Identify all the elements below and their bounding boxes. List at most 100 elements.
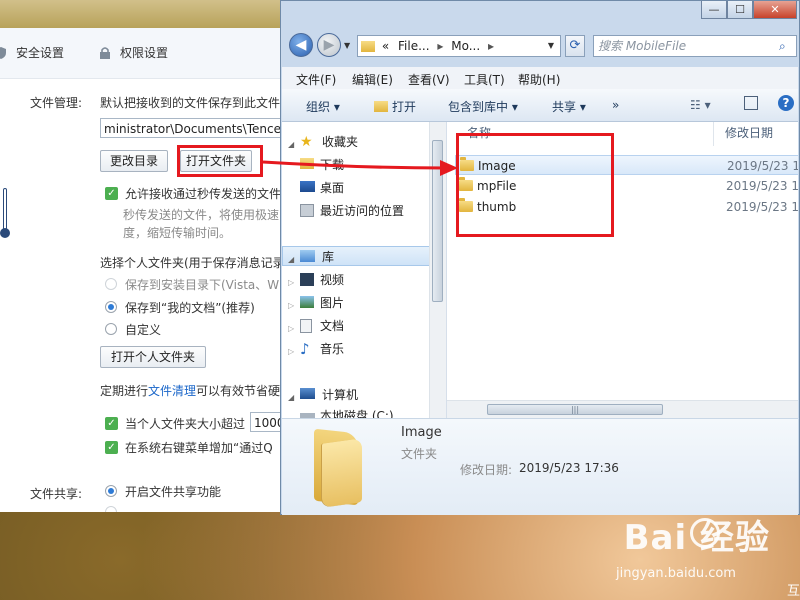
tab-permissions[interactable]: 权限设置 [98, 44, 168, 61]
nav-downloads[interactable]: 下载 [282, 155, 430, 175]
address-crumb-1[interactable]: File... [398, 39, 430, 53]
nav-videos[interactable]: ▷ 视频 [282, 270, 430, 290]
help-icon[interactable]: ? [778, 95, 794, 111]
tab-permissions-label: 权限设置 [120, 46, 169, 60]
menu-help[interactable]: 帮助(H) [518, 71, 560, 88]
forward-button[interactable]: ▶ [317, 33, 341, 57]
nav-scrollbar-thumb[interactable] [432, 140, 443, 302]
nav-documents[interactable]: ▷ 文档 [282, 316, 430, 336]
size-limit-checkbox[interactable]: ✓ [105, 417, 118, 430]
radio-install-dir-label: 保存到安装目录下(Vista、W [125, 278, 280, 292]
radio-install-dir[interactable] [105, 278, 117, 290]
nav-music-label: 音乐 [320, 342, 345, 356]
menu-file[interactable]: 文件(F) [296, 71, 336, 88]
radio-custom[interactable] [105, 323, 117, 335]
details-name: Image [401, 425, 442, 440]
file-date: 2019/5/23 17 [727, 159, 798, 173]
video-icon [300, 273, 314, 286]
back-button[interactable]: ◀ [289, 33, 313, 57]
large-folder-icon [314, 425, 362, 508]
menu-bar: 文件(F) 编辑(E) 查看(V) 工具(T) 帮助(H) [282, 67, 798, 90]
more-button[interactable]: » [612, 98, 619, 112]
tab-security[interactable]: 安全设置 [0, 44, 64, 61]
nav-desktop[interactable]: 桌面 [282, 178, 430, 198]
annotation-box-open-folder [177, 145, 263, 177]
share-option-radio[interactable] [105, 506, 117, 512]
star-icon: ★ [300, 134, 313, 150]
nav-documents-label: 文档 [320, 319, 345, 333]
radio-my-docs-label: 保存到“我的文档”(推荐) [125, 301, 255, 315]
computer-icon [300, 388, 315, 399]
maximize-button[interactable]: ☐ [727, 1, 753, 19]
nav-desktop-label: 桌面 [320, 181, 345, 195]
lock-icon [98, 46, 112, 60]
nav-scrollbar[interactable] [429, 122, 446, 418]
annotation-box-files [456, 133, 614, 237]
nav-recent[interactable]: 最近访问的位置 [282, 201, 430, 221]
address-sep-2[interactable]: ▸ [488, 39, 494, 53]
open-button[interactable]: 打开 [374, 98, 416, 115]
nav-libraries[interactable]: ◢ 库 [282, 246, 430, 266]
nav-pictures[interactable]: ▷ 图片 [282, 293, 430, 313]
menu-view[interactable]: 查看(V) [408, 71, 450, 88]
save-path-input[interactable]: ministrator\Documents\Tencen [100, 118, 280, 138]
cleanup-text: 定期进行文件清理可以有效节省硬 [100, 382, 280, 399]
menu-tools[interactable]: 工具(T) [464, 71, 505, 88]
second-transfer-desc-1: 秒传发送的文件，将使用极速 [123, 208, 280, 222]
address-crumb-2[interactable]: Mo... [451, 39, 480, 53]
allow-second-transfer-label: 允许接收通过秒传发送的文件 [125, 187, 280, 201]
nav-libraries-label: 库 [322, 250, 335, 264]
file-hscrollbar-thumb[interactable]: ||| [487, 404, 663, 415]
nav-local-disk[interactable]: 本地磁盘 (C:) [282, 406, 430, 418]
radio-my-docs[interactable] [105, 301, 117, 313]
change-dir-button[interactable]: 更改目录 [100, 150, 168, 172]
window-controls: — ☐ ✕ [701, 1, 797, 19]
shield-icon [0, 46, 8, 60]
size-limit-input[interactable]: 1000 [250, 412, 280, 432]
nav-recent-label: 最近访问的位置 [320, 204, 405, 218]
tab-security-label: 安全设置 [16, 46, 65, 60]
explorer-window: — ☐ ✕ ◀ ▶ ▼ « File... ▸ Mo... ▸ ▼ ⟳ 搜索 M… [280, 0, 800, 515]
organize-button[interactable]: 组织 ▾ [306, 98, 340, 115]
column-divider[interactable] [713, 122, 714, 146]
view-options-icon[interactable]: ☷ ▾ [690, 98, 711, 112]
file-cleanup-link[interactable]: 文件清理 [148, 384, 196, 398]
file-manage-label: 文件管理: [30, 96, 83, 110]
context-menu-checkbox[interactable]: ✓ [105, 441, 118, 454]
music-icon: ♪ [300, 340, 310, 358]
minimize-button[interactable]: — [701, 1, 727, 19]
open-personal-folder-button[interactable]: 打开个人文件夹 [100, 346, 206, 368]
navigation-pane: ◢ ★ 收藏夹 下载 桌面 最近访问的位置 ◢ 库 ▷ 视频 ▷ 图片 ▷ 文档… [282, 122, 447, 418]
nav-computer[interactable]: ◢ 计算机 [282, 385, 430, 405]
thermometer-icon [0, 188, 10, 240]
settings-tabs: 安全设置 权限设置 [0, 28, 280, 79]
pictures-icon [300, 296, 314, 308]
nav-favorites[interactable]: ◢ ★ 收藏夹 [282, 132, 430, 152]
menu-edit[interactable]: 编辑(E) [352, 71, 393, 88]
enable-share-radio[interactable] [105, 485, 117, 497]
address-sep-1[interactable]: ▸ [437, 39, 443, 53]
nav-favorites-label: 收藏夹 [322, 135, 359, 149]
search-icon[interactable]: ⌕ [779, 39, 786, 54]
address-overflow[interactable]: « [382, 39, 389, 53]
address-bar[interactable]: « File... ▸ Mo... ▸ ▼ [357, 35, 561, 57]
allow-second-transfer-checkbox[interactable]: ✓ [105, 187, 118, 200]
include-library-button[interactable]: 包含到库中 ▾ [448, 98, 518, 115]
preview-pane-icon[interactable] [744, 96, 758, 110]
size-limit-label: 当个人文件夹大小超过 [125, 417, 246, 431]
nav-music[interactable]: ▷ ♪ 音乐 [282, 339, 430, 359]
share-button[interactable]: 共享 ▾ [552, 98, 586, 115]
address-dropdown-icon[interactable]: ▼ [548, 36, 554, 56]
libraries-icon [300, 250, 315, 262]
details-modified-label: 修改日期: [460, 463, 513, 477]
corner-text: 互 [786, 584, 800, 599]
search-input[interactable]: 搜索 MobileFile [593, 35, 797, 57]
column-modified-header[interactable]: 修改日期 [725, 124, 773, 141]
nav-downloads-label: 下载 [320, 158, 345, 172]
default-save-text: 默认把接收到的文件保存到此文件 [100, 96, 280, 110]
history-dropdown-icon[interactable]: ▼ [344, 41, 350, 50]
recent-places-icon [300, 204, 314, 217]
file-hscrollbar[interactable]: ||| [447, 400, 798, 418]
close-button[interactable]: ✕ [753, 1, 797, 19]
refresh-icon[interactable]: ⟳ [565, 35, 585, 57]
